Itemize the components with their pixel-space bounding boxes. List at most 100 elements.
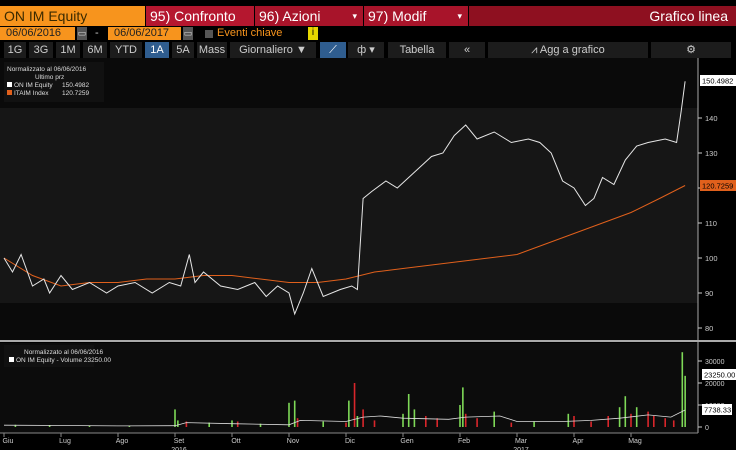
volume-bar: [464, 413, 467, 427]
volume-bar: [407, 394, 410, 427]
start-date-input[interactable]: 06/06/2016: [0, 27, 75, 40]
x-tick-label: Gen: [400, 438, 413, 445]
volume-bar: [436, 418, 438, 427]
volume-legend-label: ON IM Equity - Volume 23250.00: [16, 357, 111, 364]
line-chart-icon[interactable]: ⟋: [320, 42, 346, 58]
frequency-select[interactable]: Giornaliero ▼: [230, 42, 316, 58]
y-tick-label: 140: [705, 114, 718, 123]
legend-subtitle: Ultimo prz: [35, 74, 64, 81]
actions-menu[interactable]: 96) Azioni ▾: [255, 6, 363, 26]
y-tick-label: 130: [705, 149, 718, 158]
security-field[interactable]: ON IM Equity: [0, 6, 145, 26]
add-to-chart-button[interactable]: ⩘ Agg a grafico: [488, 42, 648, 58]
x-tick-label: Set: [174, 438, 185, 445]
volume-bar: [567, 413, 570, 427]
volume-bar: [590, 421, 592, 427]
table-button[interactable]: Tabella: [388, 42, 446, 58]
volume-bar: [174, 409, 176, 427]
volume-bar: [373, 420, 376, 427]
x-tick-label: Giu: [3, 438, 14, 445]
volume-bar: [684, 375, 686, 427]
x-tick-label: Apr: [573, 438, 585, 445]
date-separator: -: [95, 27, 99, 39]
volume-y-tick-label: 30000: [705, 359, 725, 366]
legend-equity-value: 150.4982: [62, 82, 89, 89]
legend-index-value: 120.7259: [62, 90, 89, 97]
volume-bar: [353, 383, 356, 427]
x-tick-label: Mag: [628, 438, 642, 445]
x-tick-label: Dic: [345, 438, 356, 445]
legend-swatch-equity: [7, 82, 12, 87]
period-max[interactable]: Mass: [197, 42, 227, 58]
volume-bar: [510, 422, 513, 427]
calendar-icon[interactable]: ▭: [77, 27, 87, 40]
volume-bar: [288, 402, 290, 427]
x-tick-label: Ott: [231, 438, 240, 445]
volume-bar: [462, 387, 464, 427]
volume-legend-title: Normalizzato al 06/06/2016: [24, 349, 104, 356]
x-tick-label: Mar: [515, 438, 528, 445]
top-bar: ON IM Equity 95) Confronto 96) Azioni ▾ 9…: [0, 6, 736, 26]
date-range-bar: 06/06/2016 ▭ - 06/06/2017 ▭ Eventi chiav…: [0, 27, 736, 41]
volume-avg-value: 7738.33: [704, 406, 731, 415]
period-1m[interactable]: 1M: [56, 42, 80, 58]
info-icon[interactable]: i: [308, 27, 318, 40]
legend-title: Normalizzato al 06/06/2016: [7, 66, 87, 73]
legend-index-name: ITAIM Index: [14, 90, 49, 97]
volume-bar: [607, 416, 609, 427]
volume-bar: [476, 418, 478, 427]
toolbar: 1G 3G 1M 6M YTD 1A 5A Mass Giornaliero ▼…: [0, 42, 736, 58]
volume-bar: [573, 416, 575, 427]
volume-bar: [402, 413, 404, 427]
key-events-label: Eventi chiave: [217, 27, 283, 39]
volume-bar: [362, 409, 364, 427]
legend-swatch-index: [7, 90, 12, 95]
key-events-checkbox[interactable]: [205, 30, 213, 38]
chart-add-icon: ⩘: [531, 44, 540, 56]
price-band: [0, 108, 698, 303]
x-tick-label: Lug: [59, 438, 71, 445]
chart-area[interactable]: 8090100110120130140GiuLugAgoSetOttNovDic…: [0, 58, 736, 450]
volume-bar: [618, 407, 621, 427]
volume-bar: [345, 422, 347, 427]
volume-y-tick-label: 20000: [705, 381, 725, 388]
volume-y-tick-label: 0: [705, 425, 709, 432]
volume-bar: [177, 420, 179, 427]
compare-button[interactable]: 95) Confronto: [146, 6, 254, 26]
legend-equity-name: ON IM Equity: [14, 82, 53, 89]
volume-bar: [322, 421, 324, 427]
volume-bar: [681, 352, 684, 427]
period-1a[interactable]: 1A: [145, 42, 169, 58]
equity-last-value: 150.4982: [702, 77, 733, 86]
volume-bar: [356, 416, 359, 427]
calendar-icon[interactable]: ▭: [183, 27, 193, 40]
volume-last-value: 23250.00: [704, 371, 735, 380]
period-ytd[interactable]: YTD: [110, 42, 142, 58]
volume-bar: [425, 416, 427, 427]
volume-bar: [348, 400, 350, 427]
period-1g[interactable]: 1G: [4, 42, 26, 58]
period-5a[interactable]: 5A: [172, 42, 194, 58]
volume-bar: [653, 416, 655, 427]
chevron-down-icon: ▾: [352, 11, 357, 21]
volume-bar: [630, 413, 632, 427]
collapse-button[interactable]: «: [449, 42, 485, 58]
settings-icon[interactable]: ⚙: [651, 42, 731, 58]
y-tick-label: 110: [705, 219, 717, 228]
modify-menu[interactable]: 97) Modif ▾: [364, 6, 468, 26]
chevron-down-icon: ▾: [457, 11, 462, 21]
volume-bar: [624, 396, 627, 427]
volume-bar: [647, 411, 649, 427]
x-tick-label: Nov: [287, 438, 300, 445]
volume-bar: [672, 420, 675, 427]
y-tick-label: 100: [705, 254, 718, 263]
volume-bar: [459, 405, 461, 427]
y-tick-label: 90: [705, 289, 713, 298]
end-date-input[interactable]: 06/06/2017: [108, 27, 181, 40]
period-3g[interactable]: 3G: [29, 42, 53, 58]
volume-bar: [635, 407, 638, 427]
volume-bar: [533, 421, 535, 427]
period-6m[interactable]: 6M: [83, 42, 107, 58]
chart-type-label[interactable]: Grafico linea: [469, 6, 736, 26]
candlestick-icon[interactable]: ф ▾: [348, 42, 384, 58]
